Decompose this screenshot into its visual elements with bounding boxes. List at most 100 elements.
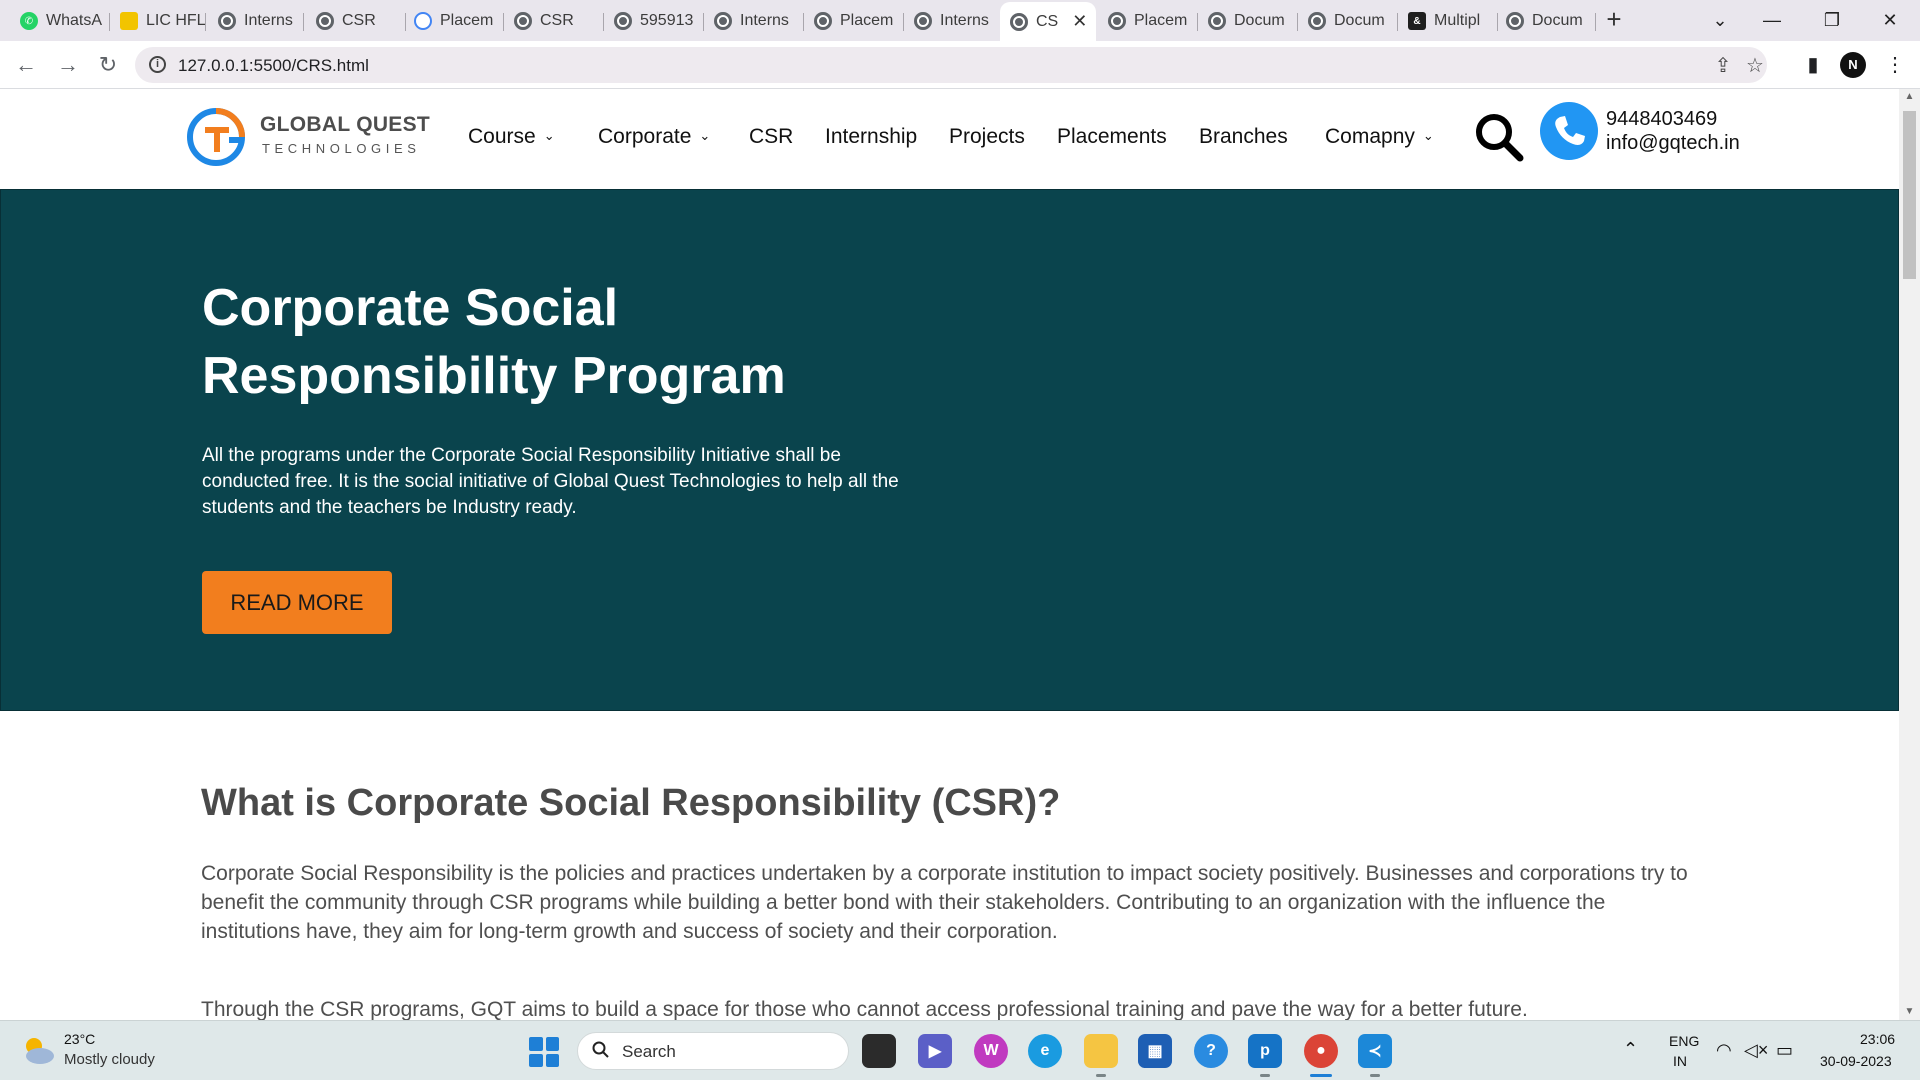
site-info-icon[interactable]: i	[149, 56, 166, 73]
tab-title: Interns	[244, 12, 293, 29]
volume-muted-icon[interactable]: ◁×	[1744, 1040, 1768, 1061]
tab-internship[interactable]: Interns	[704, 6, 804, 36]
vscode-icon[interactable]: ≺	[1358, 1034, 1392, 1077]
section-paragraph: Through the CSR programs, GQT aims to bu…	[201, 998, 1528, 1020]
nav-csr[interactable]: CSR	[749, 125, 793, 149]
tab-search-chevron-icon[interactable]: ⌄	[1698, 4, 1742, 36]
scroll-up-arrow-icon[interactable]: ▲	[1899, 89, 1920, 105]
google-icon	[414, 12, 432, 30]
help-icon[interactable]: ?	[1194, 1034, 1228, 1068]
chevron-up-icon[interactable]: ⌃	[1623, 1039, 1638, 1060]
profile-avatar[interactable]: N	[1840, 52, 1866, 78]
screen: ✆ WhatsA LIC HFL Interns CSR Placem CSR	[0, 0, 1920, 1080]
restore-icon[interactable]: ❐	[1810, 4, 1854, 36]
weather-temperature[interactable]: 23°C	[64, 1031, 95, 1047]
globe-icon	[218, 12, 236, 30]
tab-document[interactable]: Docum	[1298, 6, 1398, 36]
tab-document[interactable]: Docum	[1198, 6, 1298, 36]
address-bar[interactable]: i 127.0.0.1:5500/CRS.html ⇪ ☆	[135, 47, 1767, 83]
close-tab-icon[interactable]: ✕	[1072, 11, 1087, 32]
side-panel-icon[interactable]: ▮	[1800, 52, 1826, 78]
nav-label: Corporate	[598, 125, 692, 148]
chevron-down-icon: ⌄	[543, 128, 555, 143]
nav-corporate[interactable]: Corporate ⌄	[598, 125, 710, 149]
chat-app-icon[interactable]: p	[1248, 1034, 1282, 1077]
tab-title: Multipl	[1434, 12, 1481, 29]
section-paragraph: Corporate Social Responsibility is the p…	[201, 862, 1688, 943]
contact-email[interactable]: info@gqtech.in	[1606, 132, 1740, 155]
taskbar-search[interactable]: Search	[577, 1032, 849, 1070]
tab-title: CSR	[342, 12, 376, 29]
globe-icon	[1010, 12, 1028, 31]
globe-icon	[814, 12, 832, 30]
wifi-icon[interactable]: ◠	[1716, 1040, 1732, 1061]
close-window-icon[interactable]: ✕	[1868, 4, 1912, 36]
windows-start-icon[interactable]	[529, 1037, 559, 1067]
teams-icon[interactable]: ▶	[918, 1034, 952, 1068]
forward-icon[interactable]: →	[54, 51, 82, 79]
bookmark-star-icon[interactable]: ☆	[1743, 54, 1767, 78]
scroll-down-arrow-icon[interactable]: ▼	[1899, 1004, 1920, 1020]
weather-description[interactable]: Mostly cloudy	[64, 1051, 155, 1068]
logo-name: GLOBAL QUEST	[260, 113, 431, 136]
page-scrollbar[interactable]: ▲ ▼	[1899, 89, 1920, 1020]
tab-595913[interactable]: 595913	[604, 6, 704, 36]
back-icon[interactable]: ←	[12, 51, 40, 79]
clock-time[interactable]: 23:06	[1860, 1031, 1895, 1047]
scroll-thumb[interactable]	[1903, 111, 1916, 279]
weather-cloudy-icon[interactable]	[20, 1034, 56, 1066]
input-language[interactable]: ENG	[1669, 1033, 1699, 1049]
menu-kebab-icon[interactable]: ⋮	[1882, 52, 1908, 78]
tab-internship[interactable]: Interns	[904, 6, 1004, 36]
tab-placements[interactable]: Placem	[404, 6, 504, 36]
tab-document[interactable]: Docum	[1496, 6, 1596, 36]
tab-csr[interactable]: CSR	[504, 6, 604, 36]
edge-icon[interactable]: e	[1028, 1034, 1062, 1068]
tab-whatsapp[interactable]: ✆ WhatsA	[10, 6, 110, 36]
minimize-icon[interactable]: —	[1750, 4, 1794, 36]
file-explorer-icon[interactable]	[1084, 1034, 1118, 1077]
globe-icon	[1308, 12, 1326, 30]
chrome-icon[interactable]: ●	[1304, 1034, 1338, 1077]
wps-office-icon[interactable]: W	[974, 1034, 1008, 1068]
whatsapp-icon: ✆	[20, 12, 38, 30]
tab-title: Docum	[1234, 12, 1285, 29]
battery-icon[interactable]: ▭	[1776, 1040, 1793, 1061]
new-tab-button[interactable]: +	[1600, 6, 1628, 34]
tab-placements[interactable]: Placem	[804, 6, 904, 36]
tab-multiple[interactable]: & Multipl	[1398, 6, 1498, 36]
url-text[interactable]: 127.0.0.1:5500/CRS.html	[178, 56, 369, 76]
reload-icon[interactable]: ↻	[94, 51, 122, 79]
globe-icon	[614, 12, 632, 30]
share-icon[interactable]: ⇪	[1711, 54, 1735, 78]
search-icon[interactable]	[1473, 111, 1525, 163]
tab-csr[interactable]: CSR	[306, 6, 406, 36]
hero-title-line: Corporate Social	[202, 279, 619, 337]
nav-placements[interactable]: Placements	[1057, 125, 1167, 149]
globe-icon	[1208, 12, 1226, 30]
tab-internship[interactable]: Interns	[208, 6, 304, 36]
contact-phone[interactable]: 9448403469	[1606, 108, 1717, 131]
tab-title: Placem	[1134, 12, 1188, 29]
windows-taskbar: 23°C Mostly cloudy Search ▶ W e ▦ ? p ● …	[0, 1020, 1920, 1080]
tab-title: WhatsA	[46, 12, 103, 29]
read-more-button[interactable]: READ MORE	[202, 571, 392, 634]
tab-placements[interactable]: Placem	[1098, 6, 1198, 36]
phone-icon	[1540, 102, 1598, 160]
microsoft-store-icon[interactable]: ▦	[1138, 1034, 1172, 1068]
input-region[interactable]: IN	[1673, 1053, 1687, 1069]
lic-icon	[120, 12, 138, 30]
nav-projects[interactable]: Projects	[949, 125, 1025, 149]
tab-title: CS	[1036, 12, 1059, 30]
clock-date[interactable]: 30-09-2023	[1820, 1053, 1892, 1069]
nav-company[interactable]: Comapny ⌄	[1325, 125, 1434, 149]
tab-lic[interactable]: LIC HFL	[110, 6, 206, 36]
tab-title: CSR	[540, 12, 574, 29]
tab-title: Placem	[440, 12, 494, 29]
nav-internship[interactable]: Internship	[825, 125, 917, 149]
chevron-down-icon: ⌄	[699, 128, 711, 143]
tab-active-cs[interactable]: CS ✕	[1000, 2, 1096, 41]
nav-branches[interactable]: Branches	[1199, 125, 1288, 149]
nav-course[interactable]: Course ⌄	[468, 125, 555, 149]
task-view-icon[interactable]	[862, 1034, 896, 1068]
